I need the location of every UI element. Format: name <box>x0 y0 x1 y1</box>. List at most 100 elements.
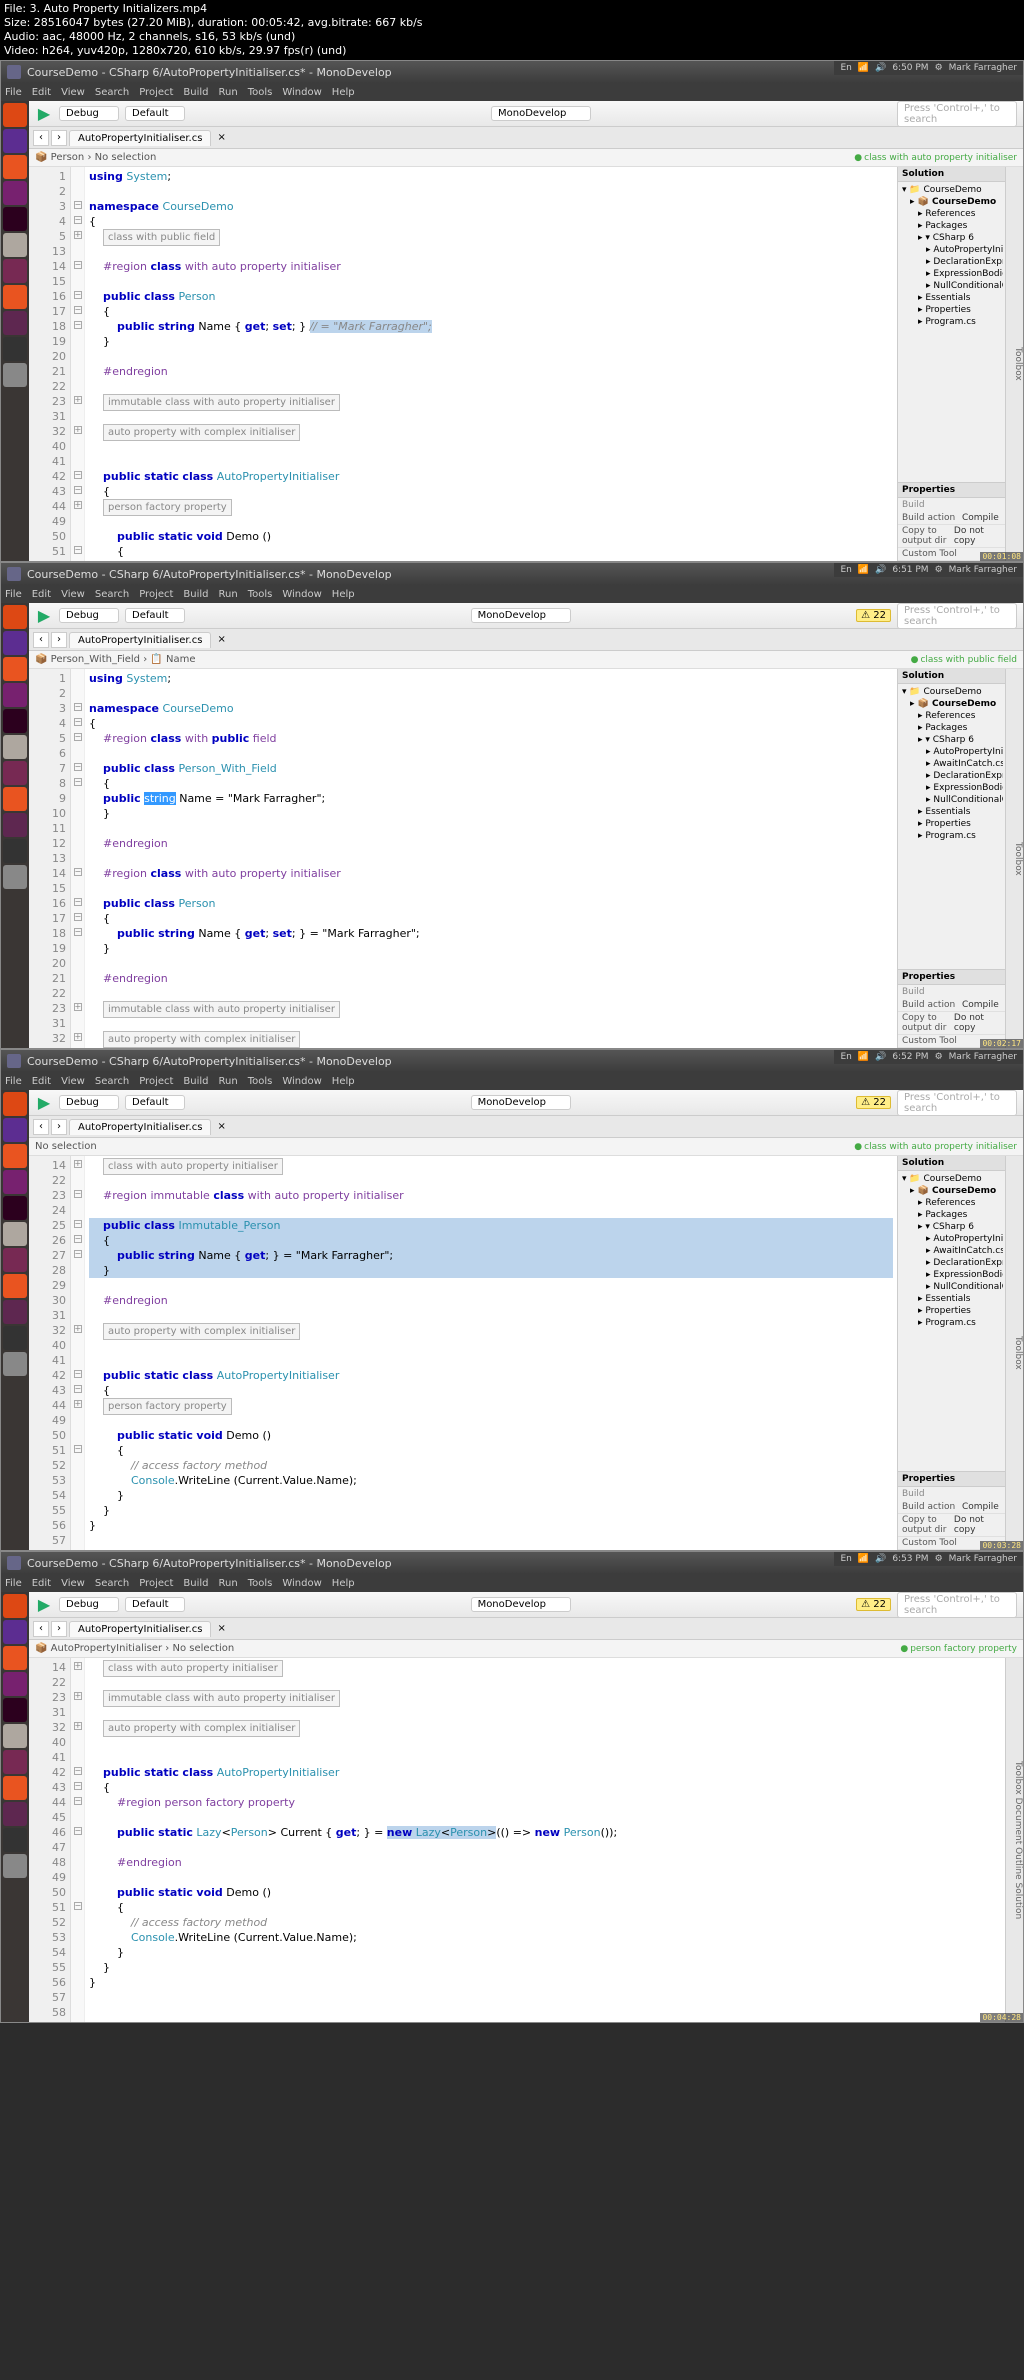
code-line[interactable]: public string Name { get; set; } = "Mark… <box>89 926 893 941</box>
global-search[interactable]: Press 'Control+,' to search <box>897 101 1017 127</box>
tree-node[interactable]: ▸ 📦 CourseDemo <box>900 196 1003 208</box>
code-line[interactable]: } <box>89 1488 893 1503</box>
code-line[interactable]: #endregion <box>89 364 893 379</box>
code-line[interactable]: public static class AutoPropertyInitiali… <box>89 1765 1001 1780</box>
code-line[interactable]: // access factory method <box>89 1458 893 1473</box>
launcher-app-icon[interactable] <box>3 259 27 283</box>
launcher-app-icon[interactable] <box>3 1802 27 1826</box>
launcher-dash-icon[interactable] <box>3 605 27 629</box>
code-line[interactable] <box>89 2005 1001 2020</box>
unity-launcher[interactable] <box>1 101 29 561</box>
launcher-app-icon[interactable] <box>3 1248 27 1272</box>
code-line[interactable] <box>89 1750 1001 1765</box>
tree-node[interactable]: ▸ Packages <box>900 1209 1003 1221</box>
code-line[interactable]: #endregion <box>89 971 893 986</box>
menu-item[interactable]: Help <box>332 1076 355 1087</box>
code-line[interactable]: auto property with complex initialiser <box>89 1031 893 1046</box>
tree-node[interactable]: ▸ 📦 CourseDemo <box>900 1185 1003 1197</box>
tree-node[interactable]: ▸ Packages <box>900 722 1003 734</box>
toolbox-tab[interactable]: Toolbox <box>1005 167 1023 561</box>
target-select[interactable]: MonoDevelop <box>471 608 571 623</box>
breadcrumb-member[interactable]: › No selection <box>87 152 156 163</box>
launcher-app-icon[interactable] <box>3 233 27 257</box>
code-editor[interactable]: 1422233132404142434445464748495051525354… <box>29 1658 1005 2022</box>
menu-item[interactable]: Window <box>282 87 321 98</box>
solution-tree[interactable]: ▾ 📁 CourseDemo▸ 📦 CourseDemo▸ References… <box>898 684 1005 969</box>
run-button[interactable]: ▶ <box>35 105 53 123</box>
menu-item[interactable]: Help <box>332 589 355 600</box>
code-line[interactable]: { <box>89 484 893 499</box>
code-line[interactable]: } <box>89 1945 1001 1960</box>
editor-tab[interactable]: AutoPropertyInitialiser.cs <box>69 1119 211 1135</box>
code-editor[interactable]: 1234513141516171819202122233132404142434… <box>29 167 897 561</box>
tree-node[interactable]: ▸ AutoPropertyInitialise <box>900 244 1003 256</box>
code-line[interactable]: auto property with complex initialiser <box>89 424 893 439</box>
nav-forward[interactable]: › <box>51 130 67 146</box>
menu-item[interactable]: File <box>5 589 22 600</box>
menu-item[interactable]: Run <box>219 87 238 98</box>
code-line[interactable] <box>89 454 893 469</box>
unity-launcher[interactable] <box>1 1090 29 1550</box>
menu-item[interactable]: File <box>5 1076 22 1087</box>
code-line[interactable]: { <box>89 544 893 559</box>
code-line[interactable]: } <box>89 806 893 821</box>
tree-node[interactable]: ▸ Properties <box>900 1305 1003 1317</box>
launcher-app-icon[interactable] <box>3 1274 27 1298</box>
launcher-app-icon[interactable] <box>3 813 27 837</box>
target-select[interactable]: MonoDevelop <box>491 106 591 121</box>
code-line[interactable]: { <box>89 911 893 926</box>
launcher-app-icon[interactable] <box>3 1750 27 1774</box>
tree-node[interactable]: ▸ ExpressionBodiedFuncti <box>900 268 1003 280</box>
code-line[interactable] <box>89 1675 1001 1690</box>
code-line[interactable]: #endregion <box>89 1293 893 1308</box>
code-line[interactable]: #region person factory property <box>89 1795 1001 1810</box>
fold-column[interactable]: −−+−−−−++−−+− <box>71 167 85 561</box>
launcher-dash-icon[interactable] <box>3 1092 27 1116</box>
code-line[interactable]: #region class with public field <box>89 731 893 746</box>
warning-badge[interactable]: ⚠ 22 <box>856 1598 891 1611</box>
code-line[interactable]: public class Person_With_Field <box>89 761 893 776</box>
code-line[interactable]: using System; <box>89 169 893 184</box>
run-button[interactable]: ▶ <box>35 1596 53 1614</box>
menu-item[interactable]: Tools <box>248 87 273 98</box>
platform-select[interactable]: Default <box>125 1095 185 1110</box>
code-line[interactable]: #endregion <box>89 836 893 851</box>
menu-item[interactable]: Search <box>95 1076 129 1087</box>
tree-node[interactable]: ▸ AutoPropertyInitialise <box>900 746 1003 758</box>
code-line[interactable]: namespace CourseDemo <box>89 701 893 716</box>
code-line[interactable] <box>89 1810 1001 1825</box>
code-line[interactable] <box>89 1308 893 1323</box>
launcher-files-icon[interactable] <box>3 1672 27 1696</box>
menu-item[interactable]: File <box>5 1578 22 1589</box>
breadcrumb-member[interactable]: No selection <box>35 1141 97 1152</box>
platform-select[interactable]: Default <box>125 1597 185 1612</box>
menubar[interactable]: FileEditViewSearchProjectBuildRunToolsWi… <box>1 1072 1023 1090</box>
code-line[interactable] <box>89 746 893 761</box>
solution-tree[interactable]: ▾ 📁 CourseDemo▸ 📦 CourseDemo▸ References… <box>898 182 1005 482</box>
code-line[interactable]: #endregion <box>89 1855 1001 1870</box>
menu-item[interactable]: View <box>61 589 85 600</box>
menu-item[interactable]: Search <box>95 589 129 600</box>
menubar[interactable]: FileEditViewSearchProjectBuildRunToolsWi… <box>1 585 1023 603</box>
code-line[interactable] <box>89 1990 1001 2005</box>
code-line[interactable]: person factory property <box>89 1398 893 1413</box>
code-line[interactable]: public static void Demo () <box>89 1428 893 1443</box>
code-line[interactable] <box>89 851 893 866</box>
code-line[interactable] <box>89 1735 1001 1750</box>
tree-node[interactable]: ▸ Essentials <box>900 292 1003 304</box>
breadcrumb-class[interactable]: 📦 Person_With_Field <box>35 654 140 665</box>
code-line[interactable]: } <box>89 1960 1001 1975</box>
code-line[interactable]: public class Immutable_Person <box>89 1218 893 1233</box>
config-select[interactable]: Debug <box>59 1597 119 1612</box>
code-line[interactable] <box>89 1173 893 1188</box>
launcher-app-icon[interactable] <box>3 207 27 231</box>
close-tab-icon[interactable]: × <box>217 1623 225 1634</box>
launcher-terminal-icon[interactable] <box>3 839 27 863</box>
code-line[interactable]: // access factory method <box>89 1915 1001 1930</box>
code-line[interactable]: auto property with complex initialiser <box>89 1720 1001 1735</box>
solution-tree[interactable]: ▾ 📁 CourseDemo▸ 📦 CourseDemo▸ References… <box>898 1171 1005 1471</box>
code-line[interactable] <box>89 379 893 394</box>
tree-node[interactable]: ▸ ExpressionBodiedFuncti <box>900 782 1003 794</box>
config-select[interactable]: Debug <box>59 106 119 121</box>
launcher-files-icon[interactable] <box>3 181 27 205</box>
